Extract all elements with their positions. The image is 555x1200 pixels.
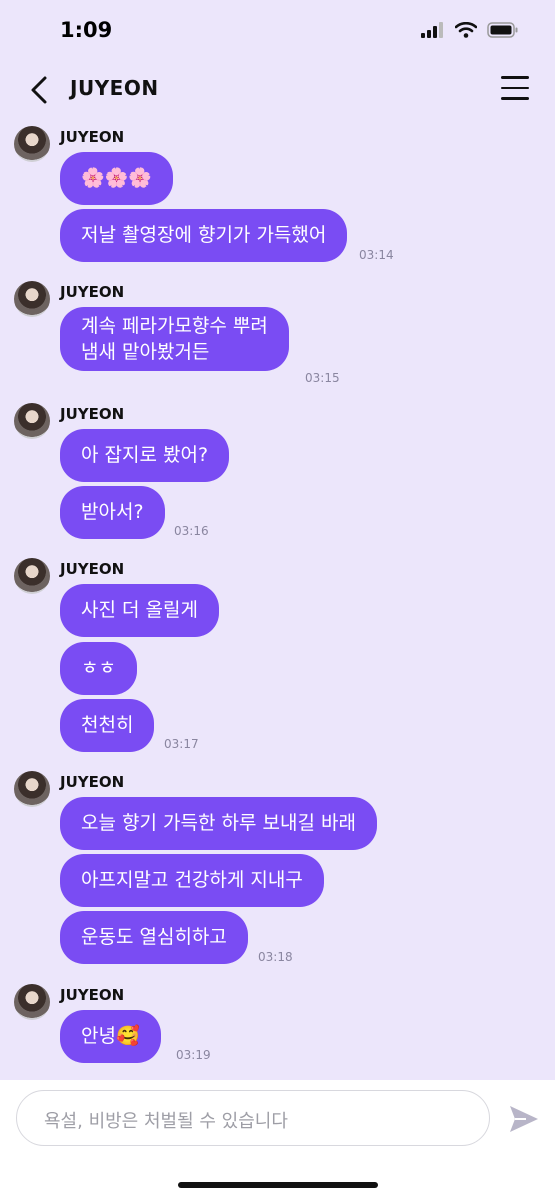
message-bubble[interactable]: 아프지말고 건강하게 지내구 (60, 854, 324, 907)
sender-name: JUYEON (60, 773, 125, 791)
sender-name: JUYEON (60, 283, 125, 301)
message-bubble[interactable]: 아 잡지로 봤어? (60, 429, 230, 482)
status-bar: 1:09 (0, 0, 555, 62)
message-bubble[interactable]: 안녕🥰 (60, 1010, 161, 1063)
menu-icon (501, 76, 529, 79)
message-time: 03:16 (174, 524, 209, 538)
status-time: 1:09 (60, 18, 113, 42)
avatar[interactable] (14, 126, 50, 162)
avatar[interactable] (14, 984, 50, 1020)
sender-name: JUYEON (60, 128, 125, 146)
battery-icon (487, 22, 518, 38)
chat-title: JUYEON (70, 76, 159, 100)
status-icons (421, 22, 519, 38)
menu-button[interactable] (501, 76, 529, 102)
send-button[interactable] (508, 1104, 540, 1134)
message-bubble[interactable]: 천천히 (60, 699, 155, 752)
avatar[interactable] (14, 403, 50, 439)
message-time: 03:15 (305, 371, 340, 385)
chevron-left-icon (31, 76, 47, 104)
sender-name: JUYEON (60, 986, 125, 1004)
message-input-placeholder: 욕설, 비방은 처벌될 수 있습니다 (44, 1111, 288, 1132)
avatar[interactable] (14, 281, 50, 317)
message-bubble[interactable]: 계속 페라가모향수 뿌려 냄새 맡아봤거든 (60, 307, 289, 371)
message-time: 03:18 (258, 950, 293, 964)
message-bubble[interactable]: 사진 더 올릴게 (60, 584, 219, 637)
message-bubble[interactable]: ㅎㅎ (60, 642, 137, 695)
sender-name: JUYEON (60, 560, 125, 578)
back-button[interactable] (26, 72, 54, 108)
message-time: 03:14 (359, 248, 394, 262)
message-input[interactable]: 욕설, 비방은 처벌될 수 있습니다 (16, 1090, 490, 1146)
message-bubble[interactable]: 저날 촬영장에 향기가 가득했어 (60, 209, 348, 262)
message-bubble[interactable]: 오늘 향기 가득한 하루 보내길 바래 (60, 797, 377, 850)
message-bubble[interactable]: 운동도 열심히하고 (60, 911, 248, 964)
signal-icon (421, 22, 443, 38)
nav-bar: JUYEON (0, 62, 555, 118)
send-icon (510, 1106, 538, 1132)
message-time: 03:19 (176, 1048, 211, 1062)
wifi-icon (455, 22, 477, 38)
avatar[interactable] (14, 558, 50, 594)
avatar[interactable] (14, 771, 50, 807)
home-indicator (178, 1182, 378, 1188)
message-bubble[interactable]: 🌸🌸🌸 (60, 152, 173, 205)
message-bubble[interactable]: 받아서? (60, 486, 165, 539)
message-time: 03:17 (164, 737, 199, 751)
sender-name: JUYEON (60, 405, 125, 423)
